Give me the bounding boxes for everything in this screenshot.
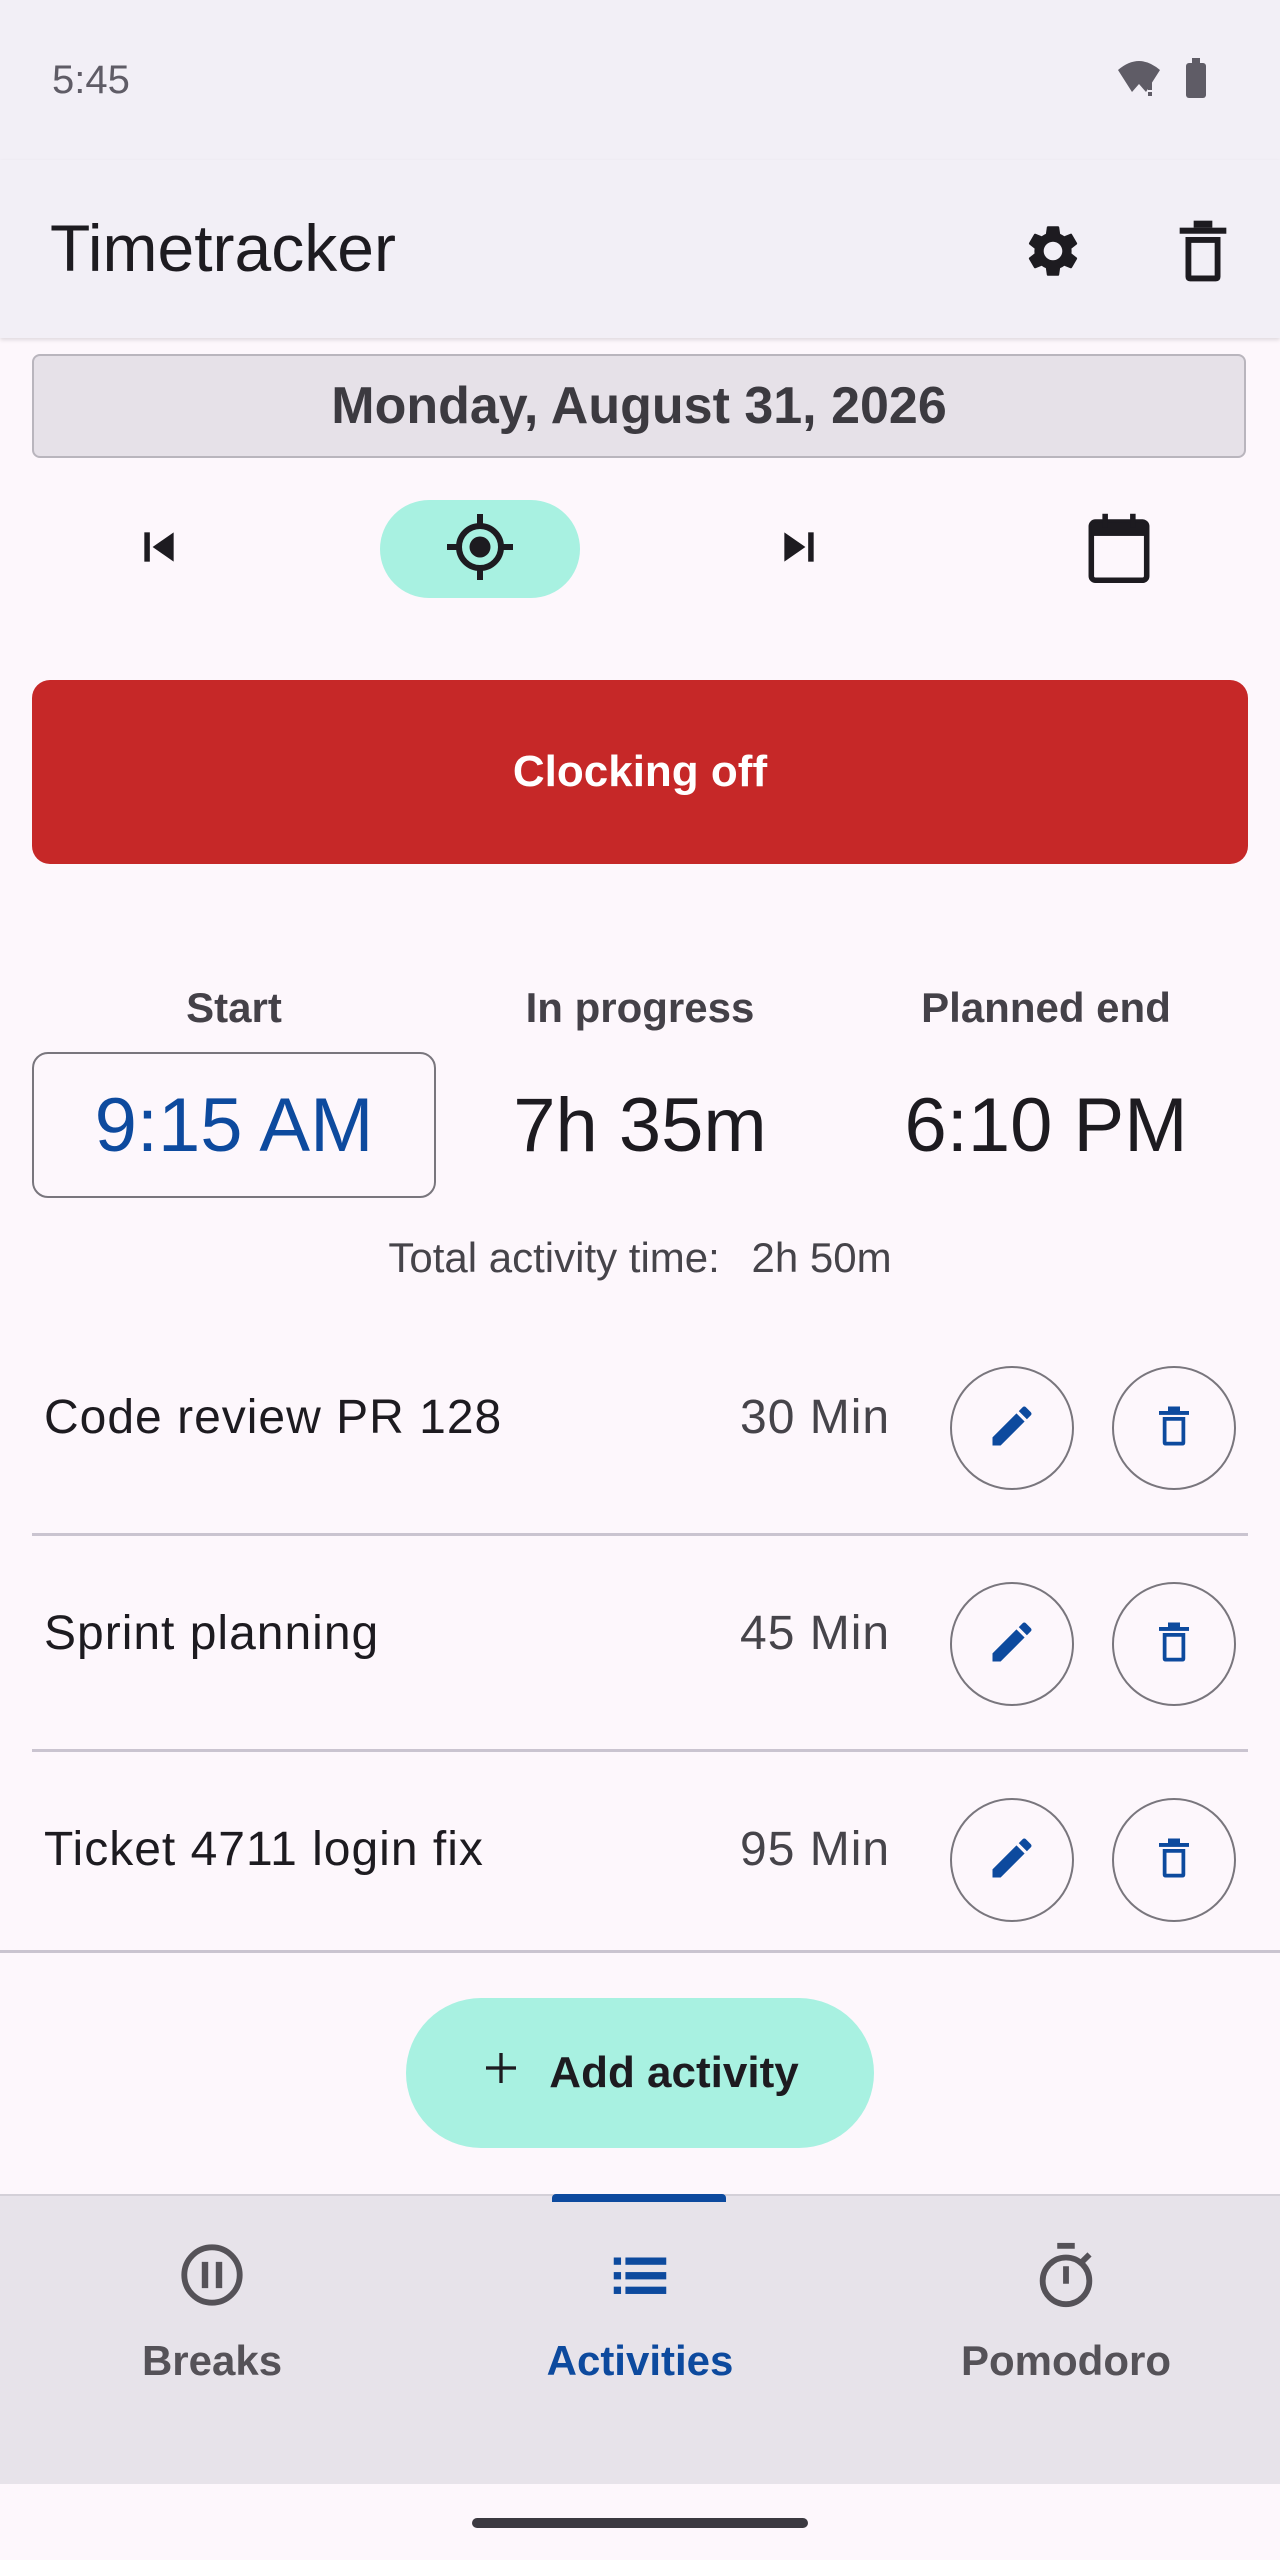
start-label: Start bbox=[186, 984, 282, 1031]
pencil-icon bbox=[986, 1832, 1038, 1889]
delete-activity-button[interactable] bbox=[1112, 1582, 1236, 1706]
trash-icon bbox=[1175, 220, 1231, 287]
tab-label: Breaks bbox=[141, 2337, 283, 2384]
calendar-button[interactable] bbox=[1070, 500, 1168, 598]
list-item: Sprint planning 45 Min bbox=[32, 1536, 1248, 1752]
tab-activities[interactable]: Activities bbox=[490, 2240, 790, 2385]
activity-name: Code review PR 128 bbox=[44, 1391, 503, 1444]
previous-day-button[interactable] bbox=[110, 500, 208, 598]
wifi-icon bbox=[1116, 58, 1162, 103]
date-label[interactable]: Monday, August 31, 2026 bbox=[32, 354, 1246, 458]
planned-end-value: 6:10 PM bbox=[904, 1082, 1188, 1168]
delete-activity-button[interactable] bbox=[1112, 1366, 1236, 1490]
list-item: Code review PR 128 30 Min bbox=[32, 1320, 1248, 1536]
target-icon bbox=[444, 511, 516, 588]
timer-icon bbox=[1031, 2240, 1101, 2315]
total-activity-value: 2h 50m bbox=[751, 1234, 892, 1281]
list-item: Ticket 4711 login fix 95 Min bbox=[32, 1752, 1248, 1950]
activity-duration: 45 Min bbox=[740, 1607, 891, 1660]
tab-label: Activities bbox=[546, 2337, 734, 2384]
trash-icon bbox=[1156, 1835, 1192, 1886]
today-button[interactable] bbox=[380, 500, 580, 598]
activity-duration: 30 Min bbox=[740, 1391, 891, 1444]
pause-circle-icon bbox=[177, 2240, 247, 2315]
pencil-icon bbox=[986, 1616, 1038, 1673]
tab-breaks[interactable]: Breaks bbox=[62, 2240, 362, 2385]
home-handle[interactable] bbox=[472, 2518, 808, 2528]
pencil-icon bbox=[986, 1400, 1038, 1457]
delete-activity-button[interactable] bbox=[1112, 1798, 1236, 1922]
activity-name: Sprint planning bbox=[44, 1607, 380, 1660]
skip-previous-icon bbox=[137, 525, 181, 574]
list-bottom-divider bbox=[0, 1950, 1280, 1953]
planned-end-label: Planned end bbox=[921, 984, 1171, 1031]
activity-duration: 95 Min bbox=[740, 1823, 891, 1876]
edit-activity-button[interactable] bbox=[950, 1366, 1074, 1490]
status-time: 5:45 bbox=[52, 58, 130, 102]
edit-activity-button[interactable] bbox=[950, 1582, 1074, 1706]
start-time-field[interactable]: 9:15 AM bbox=[32, 1052, 436, 1198]
tab-label: Pomodoro bbox=[961, 2337, 1171, 2384]
clocking-off-button[interactable]: Clocking off bbox=[32, 680, 1248, 864]
in-progress-label: In progress bbox=[525, 984, 755, 1031]
tab-pomodoro[interactable]: Pomodoro bbox=[916, 2240, 1216, 2385]
settings-button[interactable] bbox=[1008, 208, 1098, 298]
tab-indicator bbox=[552, 2194, 726, 2202]
add-activity-label: Add activity bbox=[549, 2048, 799, 2097]
delete-all-button[interactable] bbox=[1158, 208, 1248, 298]
trash-icon bbox=[1156, 1619, 1192, 1670]
app-title: Timetracker bbox=[50, 211, 396, 285]
next-day-button[interactable] bbox=[750, 500, 848, 598]
total-activity-label: Total activity time: bbox=[388, 1234, 720, 1281]
total-activity-time: Total activity time: 2h 50m bbox=[0, 1234, 1280, 1282]
plus-icon bbox=[481, 2048, 521, 2099]
activity-name: Ticket 4711 login fix bbox=[44, 1823, 484, 1876]
in-progress-value: 7h 35m bbox=[513, 1082, 767, 1168]
add-activity-button[interactable]: Add activity bbox=[406, 1998, 874, 2148]
gear-icon bbox=[1022, 220, 1084, 287]
calendar-icon bbox=[1085, 511, 1153, 588]
battery-icon bbox=[1184, 58, 1208, 103]
trash-icon bbox=[1156, 1403, 1192, 1454]
skip-next-icon bbox=[777, 525, 821, 574]
status-icons bbox=[1116, 58, 1208, 103]
status-bar bbox=[0, 0, 1280, 160]
list-icon bbox=[605, 2240, 675, 2315]
edit-activity-button[interactable] bbox=[950, 1798, 1074, 1922]
